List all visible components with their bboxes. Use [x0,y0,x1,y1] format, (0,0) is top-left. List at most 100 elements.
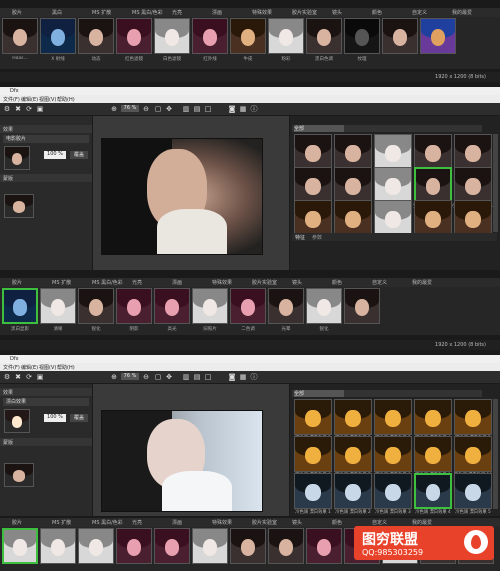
preset-thumbnail[interactable] [294,399,332,435]
category-tab[interactable]: 镜头 [332,9,342,16]
mask-preview-thumb[interactable] [4,463,34,487]
opacity-field[interactable]: 100 % [44,414,66,422]
preset-thumbnail[interactable] [306,288,342,324]
preset-thumbnail[interactable] [154,288,190,324]
preset-thumbnail[interactable] [192,288,228,324]
preset-thumbnail[interactable] [374,134,412,170]
category-tab[interactable]: 我的最爱 [412,279,432,286]
move-icon[interactable]: ✥ [165,105,173,113]
blend-mode-button[interactable]: 覆盖 [70,151,88,159]
category-tab[interactable]: 我的最爱 [452,9,472,16]
preset-thumbnail[interactable] [374,200,412,236]
preset-thumbnail[interactable] [294,200,332,236]
preset-thumbnail[interactable] [230,288,266,324]
preset-thumbnail[interactable] [414,473,452,509]
fit-icon[interactable]: ▢ [154,105,162,113]
preset-thumbnail[interactable] [268,18,304,54]
preset-thumbnail[interactable] [454,473,492,509]
preset-thumbnail[interactable] [306,528,342,564]
preset-thumbnail[interactable] [230,18,266,54]
histogram-icon[interactable]: ▦ [239,373,247,381]
preset-thumbnail[interactable] [2,18,38,54]
preset-thumbnail[interactable] [334,134,372,170]
refresh-icon[interactable]: ⟳ [25,105,33,113]
category-tab[interactable]: 颜色 [332,279,342,286]
preset-thumbnail[interactable] [78,288,114,324]
preset-thumbnail[interactable] [454,399,492,435]
effect-preview-thumb[interactable] [4,146,30,170]
preset-thumbnail[interactable] [454,436,492,472]
preset-thumbnail[interactable] [414,399,452,435]
preset-thumbnail[interactable] [344,288,380,324]
preset-thumbnail[interactable] [154,18,190,54]
preset-thumbnail[interactable] [268,288,304,324]
category-tab[interactable]: MS 扩散 [52,519,71,526]
preset-thumbnail[interactable] [334,473,372,509]
move-icon[interactable]: ✥ [165,373,173,381]
preset-thumbnail[interactable] [420,18,456,54]
category-tab[interactable]: 光亮 [172,9,182,16]
category-tab[interactable]: MS 扩散 [92,9,111,16]
category-tab[interactable]: 颜色 [372,9,382,16]
menu-item[interactable]: 视图(V) [39,364,56,371]
preset-thumbnail[interactable] [40,528,76,564]
preset-thumbnail[interactable] [78,528,114,564]
menu-item[interactable]: 视图(V) [39,96,56,103]
tab-parameters[interactable]: 参数 [312,234,322,241]
preset-thumbnail[interactable] [116,288,152,324]
category-tab[interactable]: 漂画 [172,279,182,286]
menu-item[interactable]: 帮助(H) [57,96,75,103]
preset-thumbnail[interactable] [230,528,266,564]
preset-thumbnail[interactable] [294,167,332,203]
zoom-in-icon[interactable]: ⊕ [110,373,118,381]
category-tab[interactable]: 自定义 [372,519,387,526]
preset-thumbnail[interactable] [374,167,412,203]
preset-thumbnail[interactable] [454,134,492,170]
preset-thumbnail[interactable] [40,288,76,324]
split-view-icon[interactable]: ▥ [182,105,190,113]
zoom-level[interactable]: 76 % [121,373,139,380]
single-view-icon[interactable]: □ [204,105,212,113]
camera-icon[interactable]: ◙ [228,373,236,381]
preset-thumbnail[interactable] [414,436,452,472]
category-tab[interactable]: MS 黑白/色彩 [92,279,123,286]
close-icon[interactable]: ✖ [14,105,22,113]
category-tab[interactable]: 特殊效果 [252,9,272,16]
compare-icon[interactable]: ▣ [36,373,44,381]
preset-thumbnail[interactable] [268,528,304,564]
category-tab[interactable]: 我的最爱 [412,519,432,526]
menu-item[interactable]: 编辑(E) [21,96,38,103]
gear-icon[interactable]: ⚙ [3,373,11,381]
category-tab[interactable]: 胶片实验室 [252,519,277,526]
split-horizontal-icon[interactable]: ▤ [193,373,201,381]
preset-thumbnail[interactable] [2,528,38,564]
category-tab[interactable]: 颜色 [332,519,342,526]
preset-thumbnail[interactable] [334,399,372,435]
preset-thumbnail[interactable] [414,134,452,170]
category-tab[interactable]: 漂画 [212,9,222,16]
preset-thumbnail[interactable] [334,167,372,203]
category-tab[interactable]: 镜头 [292,279,302,286]
preset-thumbnail[interactable] [454,200,492,236]
camera-icon[interactable]: ◙ [228,105,236,113]
gear-icon[interactable]: ⚙ [3,105,11,113]
preset-filter-select[interactable]: 全部 [294,390,344,397]
menu-item[interactable]: 文件(F) [3,96,20,103]
category-tab[interactable]: MS 黑白/色彩 [132,9,163,16]
preset-thumbnail[interactable] [344,18,380,54]
split-horizontal-icon[interactable]: ▤ [193,105,201,113]
preset-thumbnail[interactable] [192,528,228,564]
zoom-out-icon[interactable]: ⊖ [142,373,150,381]
zoom-level[interactable]: 76 % [121,105,139,112]
menu-item[interactable]: 帮助(H) [57,364,75,371]
category-tab[interactable]: 特殊效果 [212,519,232,526]
histogram-icon[interactable]: ▦ [239,105,247,113]
preset-thumbnail[interactable] [116,18,152,54]
category-tab[interactable]: MS 黑白/色彩 [92,519,123,526]
preset-scrollbar[interactable] [493,399,498,509]
effect-preview-thumb[interactable] [4,409,30,433]
menu-item[interactable]: 文件(F) [3,364,20,371]
split-view-icon[interactable]: ▥ [182,373,190,381]
preset-thumbnail[interactable] [374,436,412,472]
category-tab[interactable]: 镜头 [292,519,302,526]
